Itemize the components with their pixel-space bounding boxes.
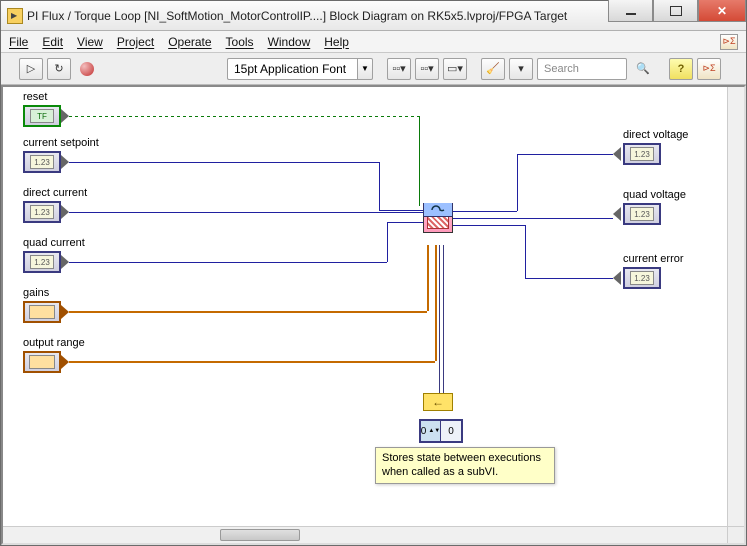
wire-setpoint-v: [379, 162, 380, 210]
wire-out-ce-h1: [453, 225, 525, 226]
tooltip-feedback-node: Stores state between executions when cal…: [375, 447, 555, 484]
wire-out-dv-h2: [517, 154, 613, 155]
menu-file[interactable]: File: [9, 35, 28, 49]
menu-project[interactable]: Project: [117, 35, 154, 49]
menu-edit[interactable]: Edit: [42, 35, 63, 49]
help-button[interactable]: ?: [669, 58, 693, 80]
wire-out-ce-h2: [525, 278, 613, 279]
menu-operate[interactable]: Operate: [168, 35, 211, 49]
terminal-quad-current[interactable]: 1.23: [23, 251, 61, 273]
wire-out-dv-v: [517, 154, 518, 211]
label-output-range: output range: [23, 337, 85, 349]
terminal-current-setpoint[interactable]: 1.23: [23, 151, 61, 173]
label-direct-current: direct current: [23, 187, 87, 199]
app-icon: [7, 8, 23, 24]
wire-gains-v: [427, 245, 429, 311]
menu-tools[interactable]: Tools: [226, 35, 254, 49]
vi-icon-corner[interactable]: ⊳Σ: [720, 34, 738, 50]
wire-quad-current-h2: [387, 222, 423, 223]
window-maximize-button[interactable]: [653, 0, 698, 22]
feedback-init-array[interactable]: 0▲▼ 0: [419, 419, 463, 443]
terminal-current-error-in-arrow: [613, 271, 621, 285]
terminal-direct-voltage-in-arrow: [613, 147, 621, 161]
wire-output-range-v: [435, 245, 437, 361]
wire-feedback-down: [439, 245, 440, 393]
terminal-reset-out-arrow: [61, 109, 69, 123]
menu-window[interactable]: Window: [268, 35, 311, 49]
label-gains: gains: [23, 287, 49, 299]
wire-feedback-down2: [443, 245, 444, 393]
font-selector[interactable]: 15pt Application Font ▼: [227, 58, 373, 80]
search-input[interactable]: Search: [537, 58, 627, 80]
abort-button[interactable]: [75, 58, 99, 80]
window-minimize-button[interactable]: [608, 0, 653, 22]
run-continuously-button[interactable]: ↻: [47, 58, 71, 80]
wire-gains-h: [69, 311, 427, 313]
terminal-quad-current-out-arrow: [61, 255, 69, 269]
font-label: 15pt Application Font: [227, 58, 357, 80]
cleanup-button[interactable]: 🧹: [481, 58, 505, 80]
window-close-button[interactable]: [698, 0, 746, 22]
cleanup-options-button[interactable]: ▾: [509, 58, 533, 80]
menu-help[interactable]: Help: [324, 35, 349, 49]
chevron-down-icon[interactable]: ▼: [357, 58, 373, 80]
terminal-quad-voltage[interactable]: 1.23: [623, 203, 661, 225]
terminal-reset[interactable]: TF: [23, 105, 61, 127]
wire-out-qv-h: [453, 218, 613, 219]
align-button[interactable]: ▫▫▾: [387, 58, 411, 80]
horizontal-scrollbar[interactable]: [3, 526, 727, 543]
run-button[interactable]: ▷: [19, 58, 43, 80]
wire-quad-current-h: [69, 262, 387, 263]
wire-direct-current: [69, 212, 423, 213]
wire-reset-v: [419, 116, 420, 206]
label-quad-voltage: quad voltage: [623, 189, 686, 201]
terminal-current-error[interactable]: 1.23: [623, 267, 661, 289]
array-index[interactable]: 0▲▼: [421, 421, 441, 441]
wire-setpoint-h: [69, 162, 379, 163]
search-icon[interactable]: 🔍: [631, 58, 655, 80]
reorder-button[interactable]: ▭▾: [443, 58, 467, 80]
block-diagram-canvas[interactable]: reset TF current setpoint 1.23 direct cu…: [1, 85, 746, 545]
label-current-setpoint: current setpoint: [23, 137, 99, 149]
terminal-direct-current-out-arrow: [61, 205, 69, 219]
label-direct-voltage: direct voltage: [623, 129, 688, 141]
titlebar[interactable]: PI Flux / Torque Loop [NI_SoftMotion_Mot…: [1, 1, 746, 31]
wire-setpoint-h2: [379, 210, 423, 211]
terminal-quad-voltage-in-arrow: [613, 207, 621, 221]
terminal-direct-current[interactable]: 1.23: [23, 201, 61, 223]
scroll-corner: [727, 526, 744, 543]
feedback-node[interactable]: ←: [423, 393, 453, 411]
subvi-icon: [423, 203, 453, 217]
distribute-button[interactable]: ▫▫▾: [415, 58, 439, 80]
window-frame: PI Flux / Torque Loop [NI_SoftMotion_Mot…: [0, 0, 747, 546]
wire-output-range-h: [69, 361, 435, 363]
wire-out-ce-v: [525, 225, 526, 278]
wire-out-dv-h1: [453, 211, 517, 212]
terminal-current-setpoint-out-arrow: [61, 155, 69, 169]
window-title: PI Flux / Torque Loop [NI_SoftMotion_Mot…: [27, 9, 608, 23]
wire-reset: [69, 116, 419, 117]
toolbar: ▷ ↻ 15pt Application Font ▼ ▫▫▾ ▫▫▾ ▭▾ 🧹…: [1, 53, 746, 85]
scrollbar-thumb[interactable]: [220, 529, 300, 541]
menu-view[interactable]: View: [77, 35, 103, 49]
label-quad-current: quad current: [23, 237, 85, 249]
array-element[interactable]: 0: [441, 421, 461, 441]
wire-quad-current-v: [387, 222, 388, 262]
menubar: File Edit View Project Operate Tools Win…: [1, 31, 746, 53]
terminal-output-range[interactable]: [23, 351, 61, 373]
terminal-direct-voltage[interactable]: 1.23: [623, 143, 661, 165]
vertical-scrollbar[interactable]: [727, 87, 744, 526]
label-current-error: current error: [623, 253, 684, 265]
terminal-output-range-out-arrow: [61, 355, 69, 369]
terminal-gains-out-arrow: [61, 305, 69, 319]
label-reset: reset: [23, 91, 47, 103]
terminal-gains[interactable]: [23, 301, 61, 323]
context-help-button[interactable]: ⊳Σ: [697, 58, 721, 80]
